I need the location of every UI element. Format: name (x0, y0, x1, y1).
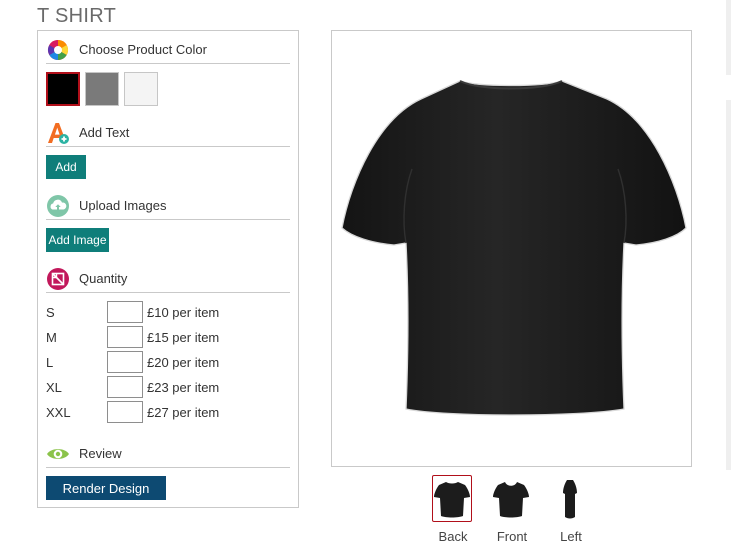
price-s: £10 per item (147, 304, 220, 320)
quantity-row-m: M £15 per item (46, 326, 296, 348)
quantity-input-xxl[interactable] (107, 401, 143, 423)
right-edge-fragment (726, 0, 731, 75)
view-label-left: Left (560, 529, 582, 544)
swatch-white[interactable] (124, 72, 158, 106)
price-l: £20 per item (147, 354, 220, 370)
color-swatches (46, 72, 158, 106)
right-edge-fragment (726, 100, 731, 470)
page-title: T SHIRT (37, 5, 117, 27)
swatch-grey[interactable] (85, 72, 119, 106)
section-header-quantity: Quantity (46, 265, 290, 293)
eye-icon (47, 448, 69, 459)
quantity-input-l[interactable] (107, 351, 143, 373)
quantity-icon (47, 267, 69, 290)
quantity-row-xxl: XXL £27 per item (46, 401, 296, 423)
view-thumb-front[interactable]: Front (491, 475, 533, 547)
size-label-xxl: XXL (46, 404, 71, 420)
quantity-input-s[interactable] (107, 301, 143, 323)
section-title-quantity: Quantity (79, 271, 128, 286)
quantity-row-l: L £20 per item (46, 351, 296, 373)
customizer-panel: Choose Product Color Add Text Add Upload… (37, 30, 299, 508)
tshirt-front-thumb-icon (493, 481, 529, 517)
add-text-button[interactable]: Add (46, 155, 86, 179)
quantity-row-xl: XL £23 per item (46, 376, 296, 398)
view-label-front: Front (496, 529, 528, 544)
view-thumb-left[interactable]: Left (550, 475, 592, 547)
product-preview (331, 30, 692, 467)
view-label-back: Back (438, 529, 468, 544)
upload-cloud-icon (47, 194, 69, 217)
price-m: £15 per item (147, 329, 220, 345)
swatch-black[interactable] (46, 72, 80, 106)
section-title-text: Add Text (79, 125, 130, 140)
color-wheel-icon (48, 39, 68, 60)
size-label-xl: XL (46, 379, 62, 395)
view-thumbnails: Back Front Left (430, 475, 600, 547)
size-label-s: S (46, 304, 55, 320)
quantity-row-s: S £10 per item (46, 301, 296, 323)
section-header-images: Upload Images (46, 192, 290, 220)
section-header-text: Add Text (46, 119, 290, 147)
tshirt-back-image (341, 80, 687, 416)
add-image-button[interactable]: Add Image (46, 228, 109, 252)
quantity-input-xl[interactable] (107, 376, 143, 398)
size-label-m: M (46, 329, 57, 345)
tshirt-left-thumb-icon (563, 479, 577, 518)
text-add-icon (48, 122, 69, 144)
section-header-color: Choose Product Color (46, 36, 290, 64)
view-thumb-back[interactable]: Back (432, 475, 474, 547)
section-title-review: Review (79, 446, 122, 461)
render-design-button[interactable]: Render Design (46, 476, 166, 500)
section-title-color: Choose Product Color (79, 42, 207, 57)
quantity-input-m[interactable] (107, 326, 143, 348)
size-label-l: L (46, 354, 54, 370)
price-xxl: £27 per item (147, 404, 220, 420)
tshirt-back-thumb-icon (434, 481, 470, 517)
section-header-review: Review (46, 440, 290, 468)
price-xl: £23 per item (147, 379, 220, 395)
section-title-images: Upload Images (79, 198, 167, 213)
